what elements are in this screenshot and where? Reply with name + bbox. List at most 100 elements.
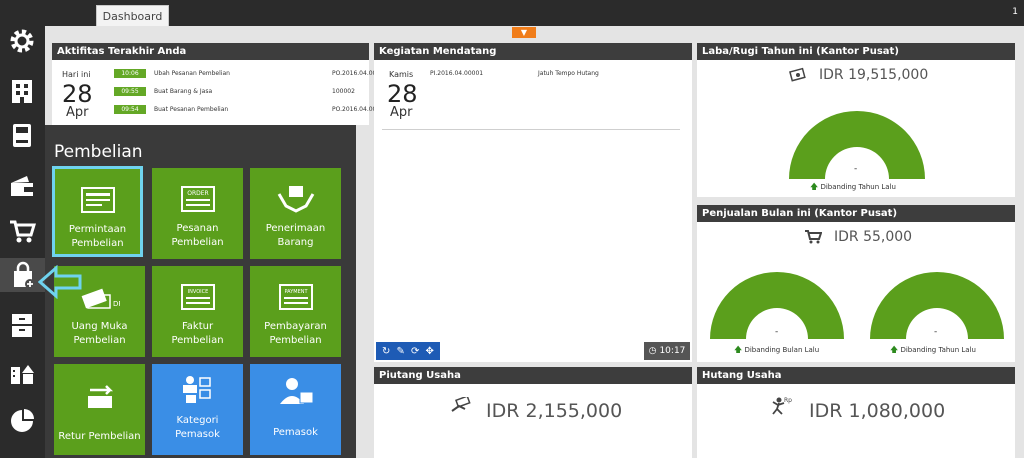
- invoice-icon: INVOICE: [180, 284, 215, 310]
- activity-row[interactable]: 09:55 Buat Barang & Jasa 100002: [114, 87, 404, 96]
- pointer-arrow-icon: [38, 265, 82, 299]
- activity-desc: Buat Barang & Jasa: [154, 88, 213, 95]
- receivable-hand-icon: [451, 397, 471, 412]
- money-icon: [789, 67, 806, 82]
- activity-time: 09:54: [114, 105, 146, 114]
- payable-person-icon: Rp: [772, 397, 792, 415]
- penjualan-left-note-text: Dibanding Bulan Lalu: [744, 346, 820, 354]
- activity-desc: Buat Pesanan Pembelian: [154, 106, 229, 113]
- share-icon[interactable]: ⟳: [411, 346, 419, 357]
- activity-time: 10:06: [114, 69, 146, 78]
- tile-label: Penerimaan Barang: [265, 223, 326, 248]
- edit-icon[interactable]: ✎: [397, 346, 405, 357]
- labarugi-amount: IDR 19,515,000: [819, 67, 929, 83]
- move-icon[interactable]: ✥: [426, 346, 434, 357]
- clock-icon: ◷: [648, 346, 657, 356]
- up-arrow-icon: 🡅: [890, 345, 899, 354]
- penjualan-right-note-text: Dibanding Tahun Lalu: [900, 346, 976, 354]
- company-icon[interactable]: [5, 74, 39, 108]
- upcoming-divider: [382, 129, 680, 130]
- tile-label: Permintaan Pembelian: [68, 224, 127, 249]
- receive-goods-icon: [277, 186, 314, 213]
- clock-time: 10:17: [659, 346, 686, 356]
- wallet-icon[interactable]: [5, 168, 39, 202]
- tile-kategori-pemasok[interactable]: Kategori Pemasok: [152, 364, 243, 455]
- svg-text:Rp: Rp: [784, 397, 792, 404]
- penjualan-panel: Penjualan Bulan ini (Kantor Pusat) IDR 5…: [697, 205, 1015, 362]
- svg-text:DP: DP: [113, 300, 120, 308]
- collapse-arrow-icon[interactable]: ▼: [512, 27, 536, 38]
- upcoming-ref[interactable]: PI.2016.04.00001: [430, 70, 483, 77]
- activity-row[interactable]: 10:06 Ubah Pesanan Pembelian PO.2016.04.…: [114, 69, 404, 78]
- tile-label: Faktur Pembelian: [171, 321, 224, 346]
- hutang-title: Hutang Usaha: [697, 367, 1015, 384]
- cart-icon[interactable]: [5, 214, 39, 248]
- up-arrow-icon: 🡅: [734, 345, 743, 354]
- labarugi-panel: Laba/Rugi Tahun ini (Kantor Pusat) IDR 1…: [697, 43, 1015, 197]
- tile-label: Retur Pembelian: [58, 431, 141, 442]
- activity-month: Apr: [66, 105, 89, 120]
- tile-penerimaan-barang[interactable]: Penerimaan Barang: [250, 168, 341, 259]
- activity-day-label: Hari ini: [62, 70, 91, 79]
- up-arrow-icon: 🡅: [810, 182, 819, 191]
- tile-pemasok[interactable]: Pemasok: [250, 364, 341, 455]
- pembelian-menu: Pembelian Permintaan Pembelian ORDER Pesa…: [45, 125, 356, 458]
- upcoming-panel: Kegiatan Mendatang Kamis 28 Apr PI.2016.…: [374, 43, 692, 362]
- top-bar: Dashboard 1: [45, 0, 1024, 26]
- tile-label: Pemasok: [273, 427, 318, 438]
- labarugi-dash: -: [854, 164, 858, 174]
- piutang-panel: Piutang Usaha IDR 2,155,000: [374, 367, 692, 458]
- supplier-category-icon: [182, 376, 211, 403]
- upcoming-day-label: Kamis: [389, 70, 414, 79]
- report-pie-icon[interactable]: [5, 404, 39, 438]
- supplier-icon: [279, 378, 313, 404]
- tile-label: Pesanan Pembelian: [171, 223, 224, 248]
- payment-icon: PAYMENT: [278, 284, 313, 310]
- pembelian-menu-title: Pembelian: [54, 142, 143, 162]
- window-number[interactable]: 1: [1012, 7, 1018, 17]
- penjualan-right-note: 🡅 Dibanding Tahun Lalu: [890, 344, 976, 358]
- tile-pesanan-pembelian[interactable]: ORDER Pesanan Pembelian: [152, 168, 243, 259]
- clock-badge: ◷ 10:17: [644, 342, 690, 360]
- activity-panel: Aktifitas Terakhir Anda Hari ini 28 Apr …: [52, 43, 388, 125]
- activity-ref: 100002: [332, 88, 355, 95]
- calculator-icon[interactable]: [5, 118, 39, 152]
- svg-text:ORDER: ORDER: [187, 190, 208, 197]
- request-form-icon: [80, 187, 115, 213]
- upcoming-day: 28: [387, 80, 418, 108]
- activity-desc: Ubah Pesanan Pembelian: [154, 70, 230, 77]
- svg-text:INVOICE: INVOICE: [187, 289, 208, 295]
- penjualan-right-dash: -: [934, 327, 938, 337]
- labarugi-note-text: Dibanding Tahun Lalu: [820, 183, 896, 191]
- upcoming-toolbar: ↻ ✎ ⟳ ✥: [376, 342, 440, 360]
- activity-row[interactable]: 09:54 Buat Pesanan Pembelian PO.2016.04.…: [114, 105, 404, 114]
- piutang-amount: IDR 2,155,000: [486, 400, 623, 422]
- activity-day: 28: [62, 80, 93, 108]
- tile-pembayaran-pembelian[interactable]: PAYMENT Pembayaran Pembelian: [250, 266, 341, 357]
- tab-dashboard[interactable]: Dashboard: [96, 5, 169, 26]
- penjualan-title: Penjualan Bulan ini (Kantor Pusat): [697, 205, 1015, 222]
- hutang-panel: Hutang Usaha Rp IDR 1,080,000: [697, 367, 1015, 458]
- tile-label: Uang Muka Pembelian: [71, 321, 128, 346]
- sidebar: [0, 0, 45, 458]
- assets-icon[interactable]: [5, 356, 39, 390]
- archive-icon[interactable]: [5, 308, 39, 342]
- refresh-icon[interactable]: ↻: [382, 346, 390, 357]
- tile-permintaan-pembelian[interactable]: Permintaan Pembelian: [52, 166, 143, 257]
- tile-retur-pembelian[interactable]: Retur Pembelian: [54, 364, 145, 455]
- cart-icon: [805, 230, 822, 244]
- settings-icon[interactable]: [5, 24, 39, 58]
- hutang-amount: IDR 1,080,000: [809, 400, 946, 422]
- upcoming-title: Kegiatan Mendatang: [374, 43, 692, 60]
- penjualan-left-dash: -: [775, 327, 779, 337]
- piutang-title: Piutang Usaha: [374, 367, 692, 384]
- penjualan-left-note: 🡅 Dibanding Bulan Lalu: [734, 344, 819, 358]
- tile-faktur-pembelian[interactable]: INVOICE Faktur Pembelian: [152, 266, 243, 357]
- activity-title: Aktifitas Terakhir Anda: [52, 43, 369, 60]
- activity-time: 09:55: [114, 87, 146, 96]
- upcoming-month: Apr: [390, 105, 413, 120]
- upcoming-event: Jatuh Tempo Hutang: [538, 70, 599, 77]
- tile-label: Kategori Pemasok: [175, 415, 220, 440]
- labarugi-title: Laba/Rugi Tahun ini (Kantor Pusat): [697, 43, 1015, 60]
- return-icon: [87, 385, 113, 408]
